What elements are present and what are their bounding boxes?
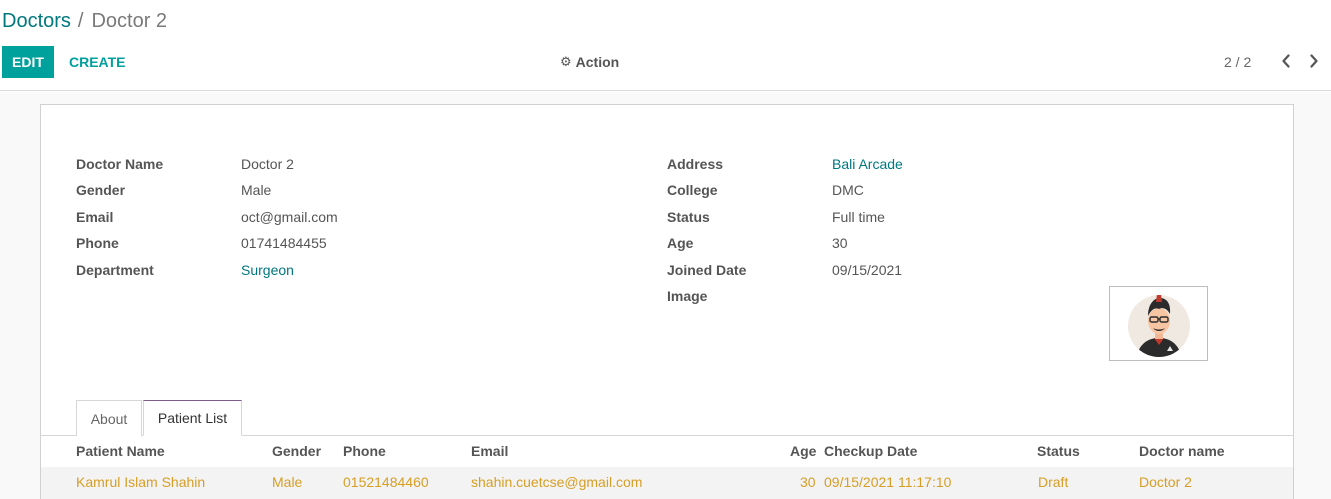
column-header-phone[interactable]: Phone — [343, 443, 386, 459]
email-cell: shahin.cuetcse@gmail.com — [471, 474, 643, 490]
checkup-date-cell: 09/15/2021 11:17:10 — [824, 474, 952, 490]
phone-cell: 01521484460 — [343, 474, 429, 490]
create-button[interactable]: CREATE — [62, 46, 133, 78]
edit-button[interactable]: EDIT — [2, 46, 54, 78]
column-header-email[interactable]: Email — [471, 443, 508, 459]
breadcrumb-doctors-link[interactable]: Doctors — [2, 10, 71, 32]
breadcrumb-separator: / — [77, 10, 84, 32]
chevron-right-icon[interactable] — [1306, 52, 1322, 70]
column-header-checkup-date[interactable]: Checkup Date — [824, 443, 917, 459]
gender-value: Male — [241, 182, 272, 198]
joined-date-value: 09/15/2021 — [832, 262, 903, 278]
tab-about[interactable]: About — [76, 400, 142, 436]
tab-patient-list[interactable]: Patient List — [143, 400, 242, 436]
breadcrumb: Doctors / Doctor 2 — [2, 10, 167, 33]
action-dropdown[interactable]: ⚙ Action — [560, 54, 619, 70]
doctor-name-value: Doctor 2 — [241, 156, 294, 172]
gear-icon: ⚙ — [560, 54, 572, 69]
email-label: Email — [76, 209, 114, 225]
breadcrumb-current: Doctor 2 — [91, 10, 168, 32]
phone-label: Phone — [76, 235, 119, 251]
joined-date-label: Joined Date — [667, 262, 747, 278]
age-label: Age — [667, 235, 694, 251]
phone-value: 01741484455 — [241, 235, 327, 251]
patient-name-cell: Kamrul Islam Shahin — [76, 474, 206, 490]
age-cell: 30 — [800, 474, 816, 490]
status-cell: Draft — [1038, 474, 1069, 490]
column-header-status[interactable]: Status — [1037, 443, 1080, 459]
address-label: Address — [667, 156, 724, 172]
age-value: 30 — [832, 235, 848, 251]
table-row[interactable] — [41, 467, 1293, 499]
department-link[interactable]: Surgeon — [241, 262, 294, 278]
college-value: DMC — [832, 182, 864, 198]
college-label: College — [667, 182, 718, 198]
doctor-name-cell: Doctor 2 — [1139, 474, 1192, 490]
column-header-doctor-name[interactable]: Doctor name — [1139, 443, 1225, 459]
column-header-patient-name[interactable]: Patient Name — [76, 443, 165, 459]
address-link[interactable]: Bali Arcade — [832, 156, 903, 172]
image-label: Image — [667, 288, 708, 304]
chevron-left-icon[interactable] — [1278, 52, 1294, 70]
doctor-name-label: Doctor Name — [76, 156, 164, 172]
avatar — [1127, 294, 1190, 357]
email-value: oct@gmail.com — [241, 209, 338, 225]
status-label: Status — [667, 209, 710, 225]
column-header-gender[interactable]: Gender — [272, 443, 321, 459]
doctor-image[interactable] — [1109, 286, 1208, 361]
pager-value[interactable]: 2 / 2 — [1224, 54, 1251, 70]
gender-label: Gender — [76, 182, 126, 198]
department-label: Department — [76, 262, 154, 278]
action-label: Action — [575, 54, 620, 70]
status-value: Full time — [832, 209, 885, 225]
control-panel: Doctors / Doctor 2 EDIT CREATE ⚙ Action 2 … — [0, 0, 1331, 91]
gender-cell: Male — [272, 474, 303, 490]
column-header-age[interactable]: Age — [790, 443, 816, 459]
